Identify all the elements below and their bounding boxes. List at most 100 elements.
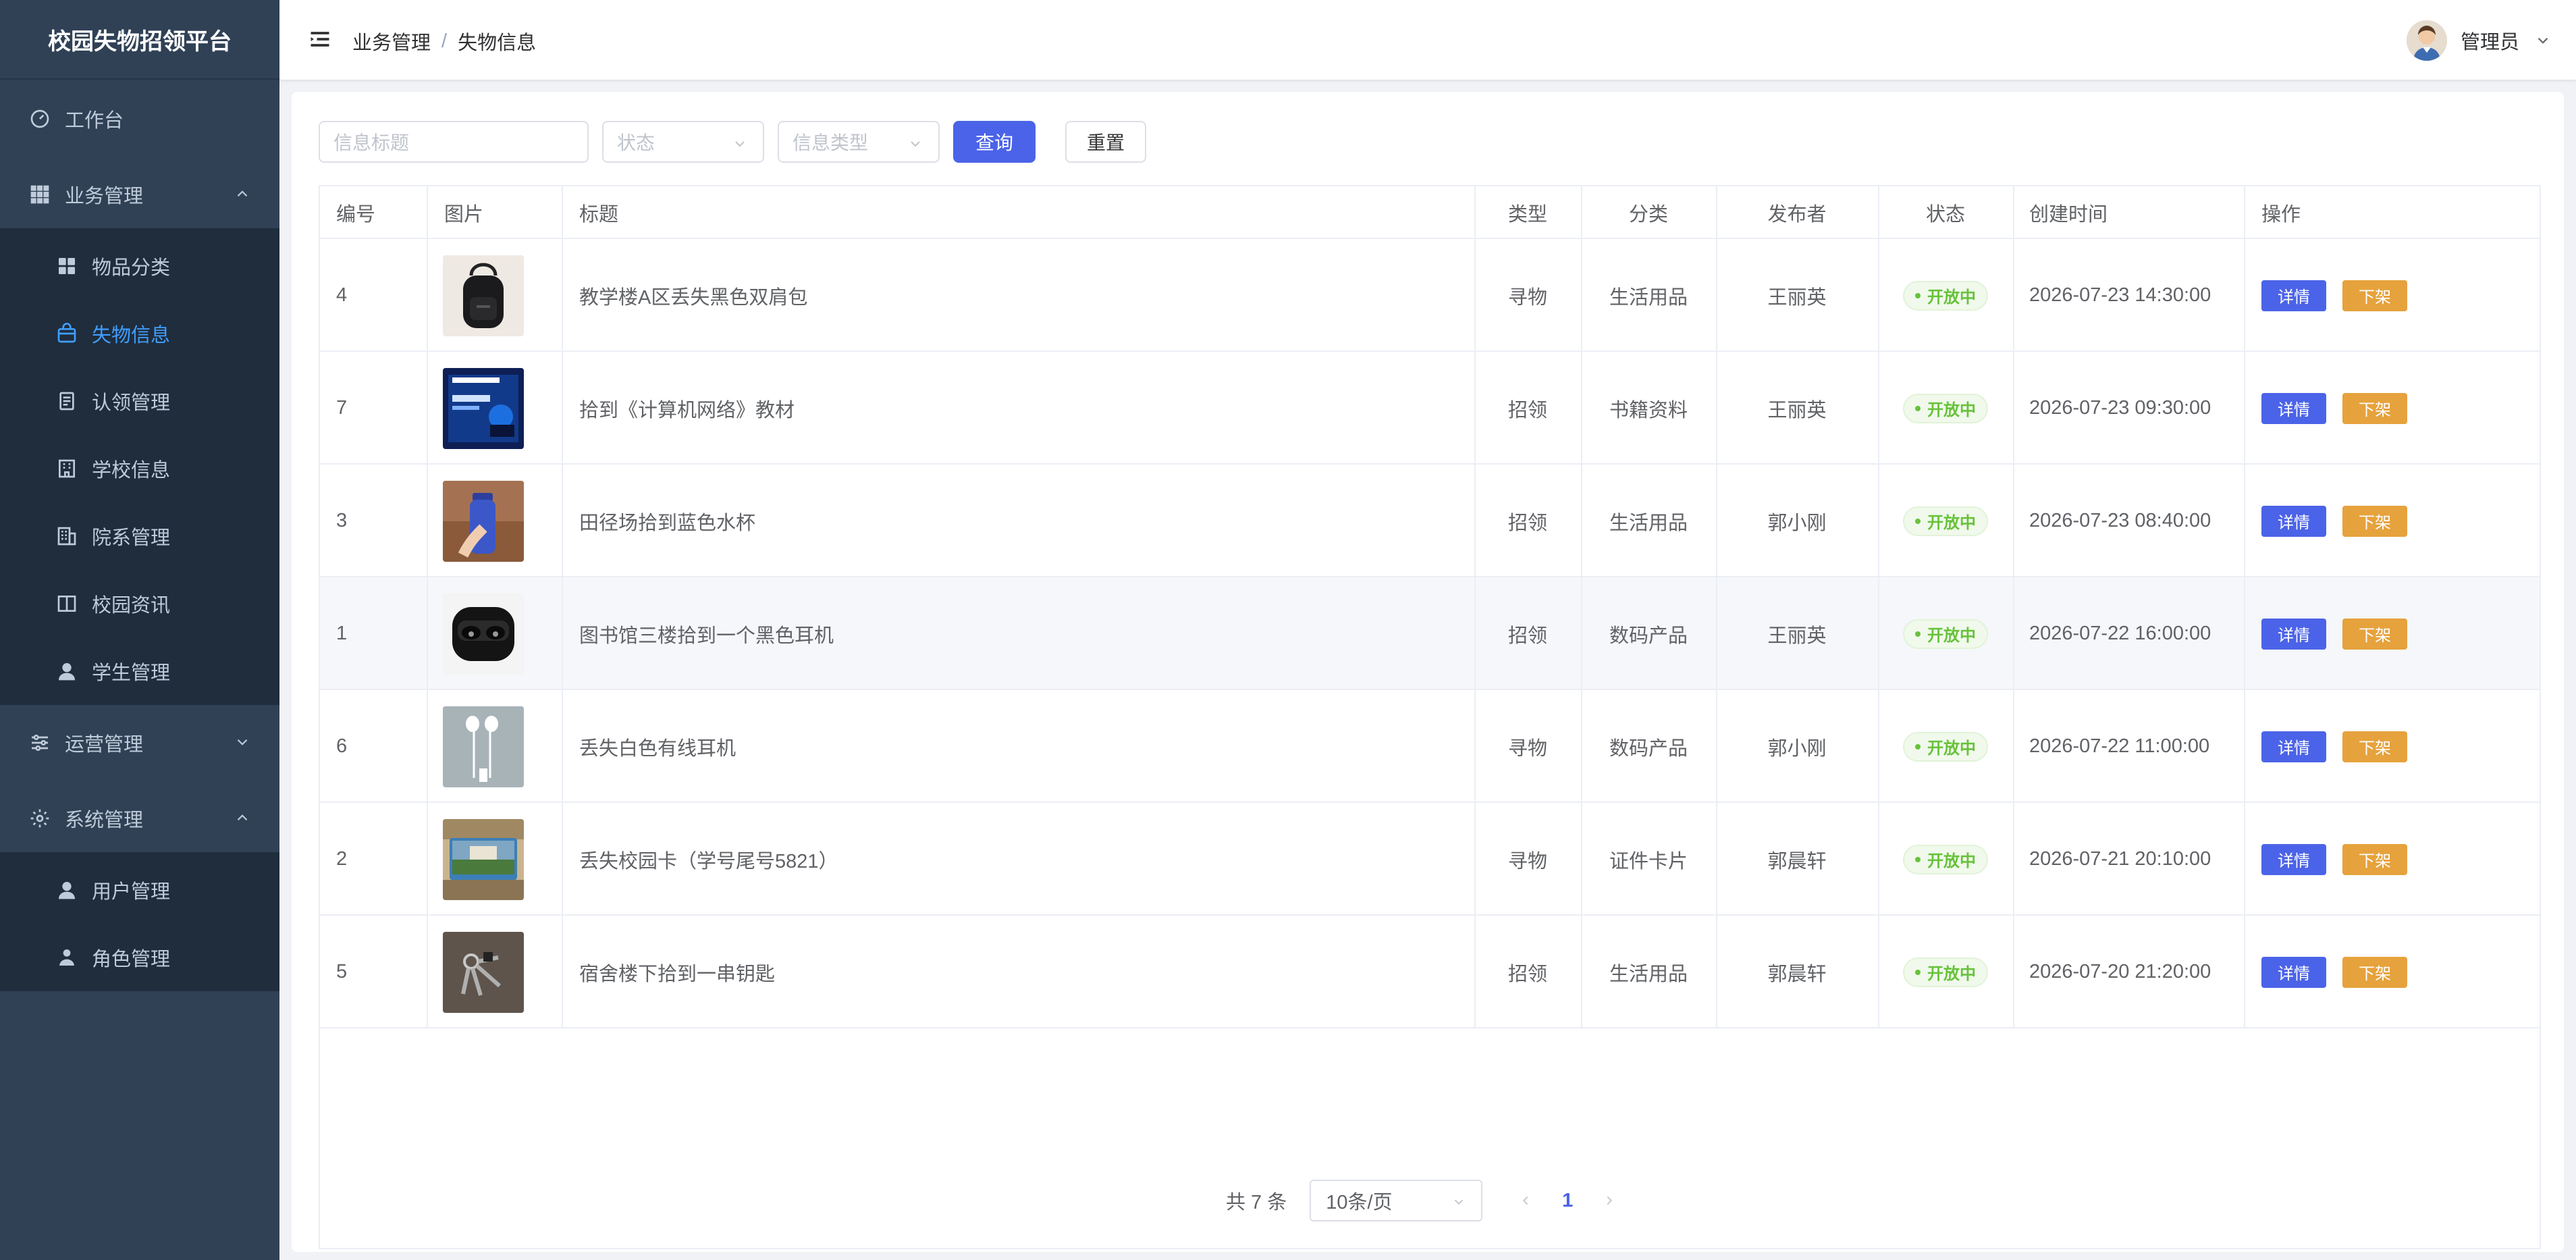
cell-category: 数码产品: [1609, 625, 1688, 647]
reset-button[interactable]: 重置: [1065, 121, 1146, 163]
cell-image[interactable]: [443, 916, 524, 1028]
table-row[interactable]: 4 教学楼A区丢失黑色双肩包 寻物 生活用品 王丽英 开放中 2026-07-2…: [320, 239, 2540, 352]
item-thumbnail[interactable]: [443, 931, 524, 1013]
cell-publisher: 郭晨轩: [1767, 963, 1827, 985]
detail-button[interactable]: 详情: [2261, 956, 2326, 988]
prev-page-button[interactable]: [1509, 1184, 1542, 1217]
sidebar-item-label: 用户管理: [92, 881, 171, 903]
breadcrumb-item[interactable]: 业务管理: [352, 27, 431, 55]
status-text: 开放中: [1927, 401, 1976, 419]
sidebar-item-claims[interactable]: 认领管理: [0, 367, 279, 435]
cell-type: 寻物: [1507, 286, 1547, 309]
take-down-button[interactable]: 下架: [2342, 843, 2407, 875]
pagination: 共 7 条 10条/页 1: [1226, 1179, 1626, 1222]
sidebar-item-students[interactable]: 学生管理: [0, 637, 279, 705]
user-menu[interactable]: 管理员: [2406, 16, 2552, 65]
cell-image[interactable]: [443, 465, 524, 577]
next-page-button[interactable]: [1593, 1184, 1626, 1217]
cell-image[interactable]: [443, 577, 524, 690]
sidebar-item-roles[interactable]: 角色管理: [0, 924, 279, 991]
sidebar-item-label: 失物信息: [92, 325, 171, 346]
cell-created: 2026-07-22 16:00:00: [2029, 623, 2211, 644]
cell-title: 教学楼A区丢失黑色双肩包: [579, 286, 808, 309]
table-row[interactable]: 2 丢失校园卡（学号尾号5821） 寻物 证件卡片 郭晨轩 开放中 2026-0…: [320, 803, 2540, 916]
status-badge: 开放中: [1903, 393, 1988, 423]
page-size-select[interactable]: 10条/页: [1310, 1180, 1483, 1222]
take-down-button[interactable]: 下架: [2342, 956, 2407, 988]
table-row[interactable]: 1 图书馆三楼拾到一个黑色耳机 招领 数码产品 王丽英 开放中 2026-07-…: [320, 577, 2540, 690]
status-select[interactable]: 状态: [602, 121, 764, 163]
sidebar-item-users[interactable]: 用户管理: [0, 856, 279, 924]
detail-button[interactable]: 详情: [2261, 618, 2326, 650]
type-select[interactable]: 信息类型: [778, 121, 940, 163]
gear-icon: [28, 807, 51, 830]
item-thumbnail[interactable]: [443, 255, 524, 336]
item-thumbnail[interactable]: [443, 593, 524, 675]
select-placeholder: 信息类型: [793, 132, 869, 153]
sidebar-item-label: 工作台: [65, 110, 124, 132]
lost-items-table: 编号 图片 标题 类型 分类 发布者 状态 创建时间 操作 4 教学楼A区丢失黑…: [319, 185, 2541, 1249]
take-down-button[interactable]: 下架: [2342, 618, 2407, 650]
take-down-button[interactable]: 下架: [2342, 731, 2407, 762]
table-row[interactable]: 7 拾到《计算机网络》教材 招领 书籍资料 王丽英 开放中 2026-07-23…: [320, 352, 2540, 465]
sidebar-item-news[interactable]: 校园资讯: [0, 570, 279, 637]
cell-image[interactable]: [443, 690, 524, 803]
take-down-button[interactable]: 下架: [2342, 505, 2407, 537]
sidebar-item-lost-info[interactable]: 失物信息: [0, 300, 279, 367]
table-row[interactable]: 3 田径场拾到蓝色水杯 招领 生活用品 郭小刚 开放中 2026-07-23 0…: [320, 465, 2540, 577]
column-divider: [1474, 186, 1476, 1028]
query-button[interactable]: 查询: [953, 121, 1036, 163]
dashboard-icon: [28, 107, 51, 130]
item-thumbnail[interactable]: [443, 480, 524, 562]
cell-status: 开放中: [1878, 577, 2013, 690]
sidebar-item-department[interactable]: 院系管理: [0, 502, 279, 570]
sidebar-item-system[interactable]: 系统管理: [0, 785, 279, 852]
cell-status: 开放中: [1878, 803, 2013, 916]
detail-button[interactable]: 详情: [2261, 392, 2326, 424]
item-thumbnail[interactable]: [443, 367, 524, 449]
chevron-left-icon: [1523, 1196, 1528, 1205]
chevron-down-icon: [735, 141, 745, 147]
cell-type: 招领: [1507, 963, 1547, 985]
chevron-right-icon: [1607, 1196, 1613, 1205]
status-text: 开放中: [1927, 965, 1976, 983]
column-divider: [1716, 186, 1717, 1028]
status-dot: [1915, 405, 1921, 411]
status-text: 开放中: [1927, 514, 1976, 532]
status-text: 开放中: [1927, 739, 1976, 758]
detail-button[interactable]: 详情: [2261, 505, 2326, 537]
sidebar-item-dashboard[interactable]: 工作台: [0, 85, 279, 153]
cell-created: 2026-07-23 08:40:00: [2029, 510, 2211, 531]
sidebar-item-operations[interactable]: 运营管理: [0, 709, 279, 777]
sidebar-item-school[interactable]: 学校信息: [0, 435, 279, 502]
chevron-down-icon: [1455, 1199, 1464, 1205]
sidebar-item-label: 运营管理: [65, 734, 144, 756]
sidebar-item-categories[interactable]: 物品分类: [0, 232, 279, 300]
menu-toggle-icon[interactable]: [308, 27, 332, 51]
sidebar-item-business[interactable]: 业务管理: [0, 161, 279, 228]
cell-image[interactable]: [443, 239, 524, 352]
detail-button[interactable]: 详情: [2261, 843, 2326, 875]
title-search-input[interactable]: 信息标题: [319, 121, 589, 163]
item-thumbnail[interactable]: [443, 706, 524, 787]
cell-status: 开放中: [1878, 352, 2013, 465]
cell-actions: 详情 下架: [2261, 577, 2423, 690]
item-thumbnail[interactable]: [443, 818, 524, 900]
detail-button[interactable]: 详情: [2261, 731, 2326, 762]
cell-status: 开放中: [1878, 690, 2013, 803]
cell-image[interactable]: [443, 803, 524, 916]
column-header-type: 类型: [1507, 204, 1547, 226]
cell-image[interactable]: [443, 352, 524, 465]
page-number-current[interactable]: 1: [1551, 1184, 1584, 1217]
detail-button[interactable]: 详情: [2261, 280, 2326, 311]
chevron-up-icon: [237, 814, 248, 821]
take-down-button[interactable]: 下架: [2342, 280, 2407, 311]
content-card: 信息标题 状态 信息类型 查询 重置 编号 图片 标题 类型 分类 发布者 状态…: [292, 92, 2564, 1252]
column-divider: [2013, 186, 2014, 1028]
cell-title: 宿舍楼下拾到一串钥匙: [579, 963, 776, 985]
user-icon: [55, 660, 78, 683]
table-row[interactable]: 6 丢失白色有线耳机 寻物 数码产品 郭小刚 开放中 2026-07-22 11…: [320, 690, 2540, 803]
table-row[interactable]: 5 宿舍楼下拾到一串钥匙 招领 生活用品 郭晨轩 开放中 2026-07-20 …: [320, 916, 2540, 1028]
take-down-button[interactable]: 下架: [2342, 392, 2407, 424]
sidebar-item-label: 校园资讯: [92, 595, 171, 616]
